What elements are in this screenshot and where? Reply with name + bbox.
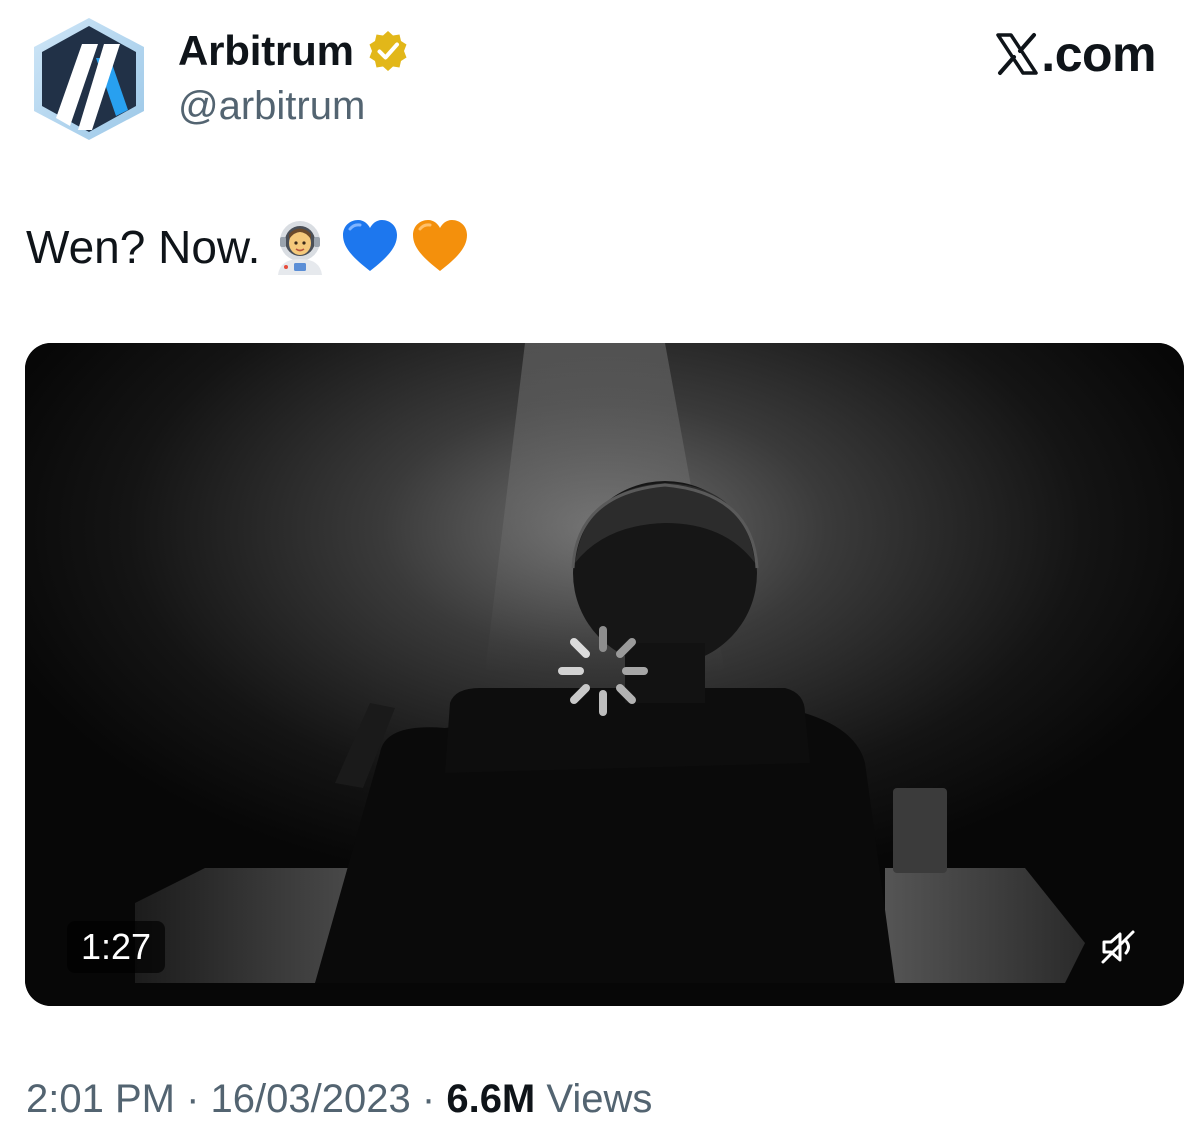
- author-handle[interactable]: @arbitrum: [178, 82, 365, 130]
- x-logo-icon: [996, 33, 1039, 75]
- astronaut-emoji: [278, 221, 323, 275]
- x-brand: .com: [995, 26, 1156, 82]
- video-player[interactable]: 1:27: [25, 343, 1184, 1006]
- author-name-row[interactable]: Arbitrum: [178, 26, 410, 76]
- tweet-date[interactable]: 16/03/2023: [211, 1077, 411, 1121]
- tweet-meta: 2:01 PM · 16/03/2023 · 6.6M Views: [26, 1072, 652, 1126]
- meta-separator: ·: [421, 1077, 436, 1121]
- tweet-body: Wen? Now.: [26, 221, 261, 273]
- video-duration: 1:27: [67, 921, 166, 973]
- tweet-card: Arbitrum @arbitrum .com Wen? Now. 1:27 2…: [0, 0, 1200, 1129]
- meta-separator: ·: [186, 1077, 200, 1121]
- tweet-time[interactable]: 2:01 PM: [26, 1077, 175, 1121]
- author-avatar[interactable]: [28, 14, 150, 144]
- views-count[interactable]: 6.6M: [446, 1077, 535, 1121]
- loading-spinner-icon: [558, 626, 648, 716]
- views-label[interactable]: Views: [546, 1077, 652, 1121]
- orange-heart-emoji: [413, 220, 468, 271]
- verified-badge-icon: [369, 31, 407, 71]
- author-name[interactable]: Arbitrum: [178, 26, 354, 76]
- arbitrum-logo-icon: [34, 18, 144, 140]
- brand-label: .com: [1041, 26, 1156, 82]
- blue-heart-emoji: [343, 220, 398, 271]
- mute-speaker-icon[interactable]: [1098, 927, 1138, 967]
- tweet-text: Wen? Now.: [26, 212, 470, 282]
